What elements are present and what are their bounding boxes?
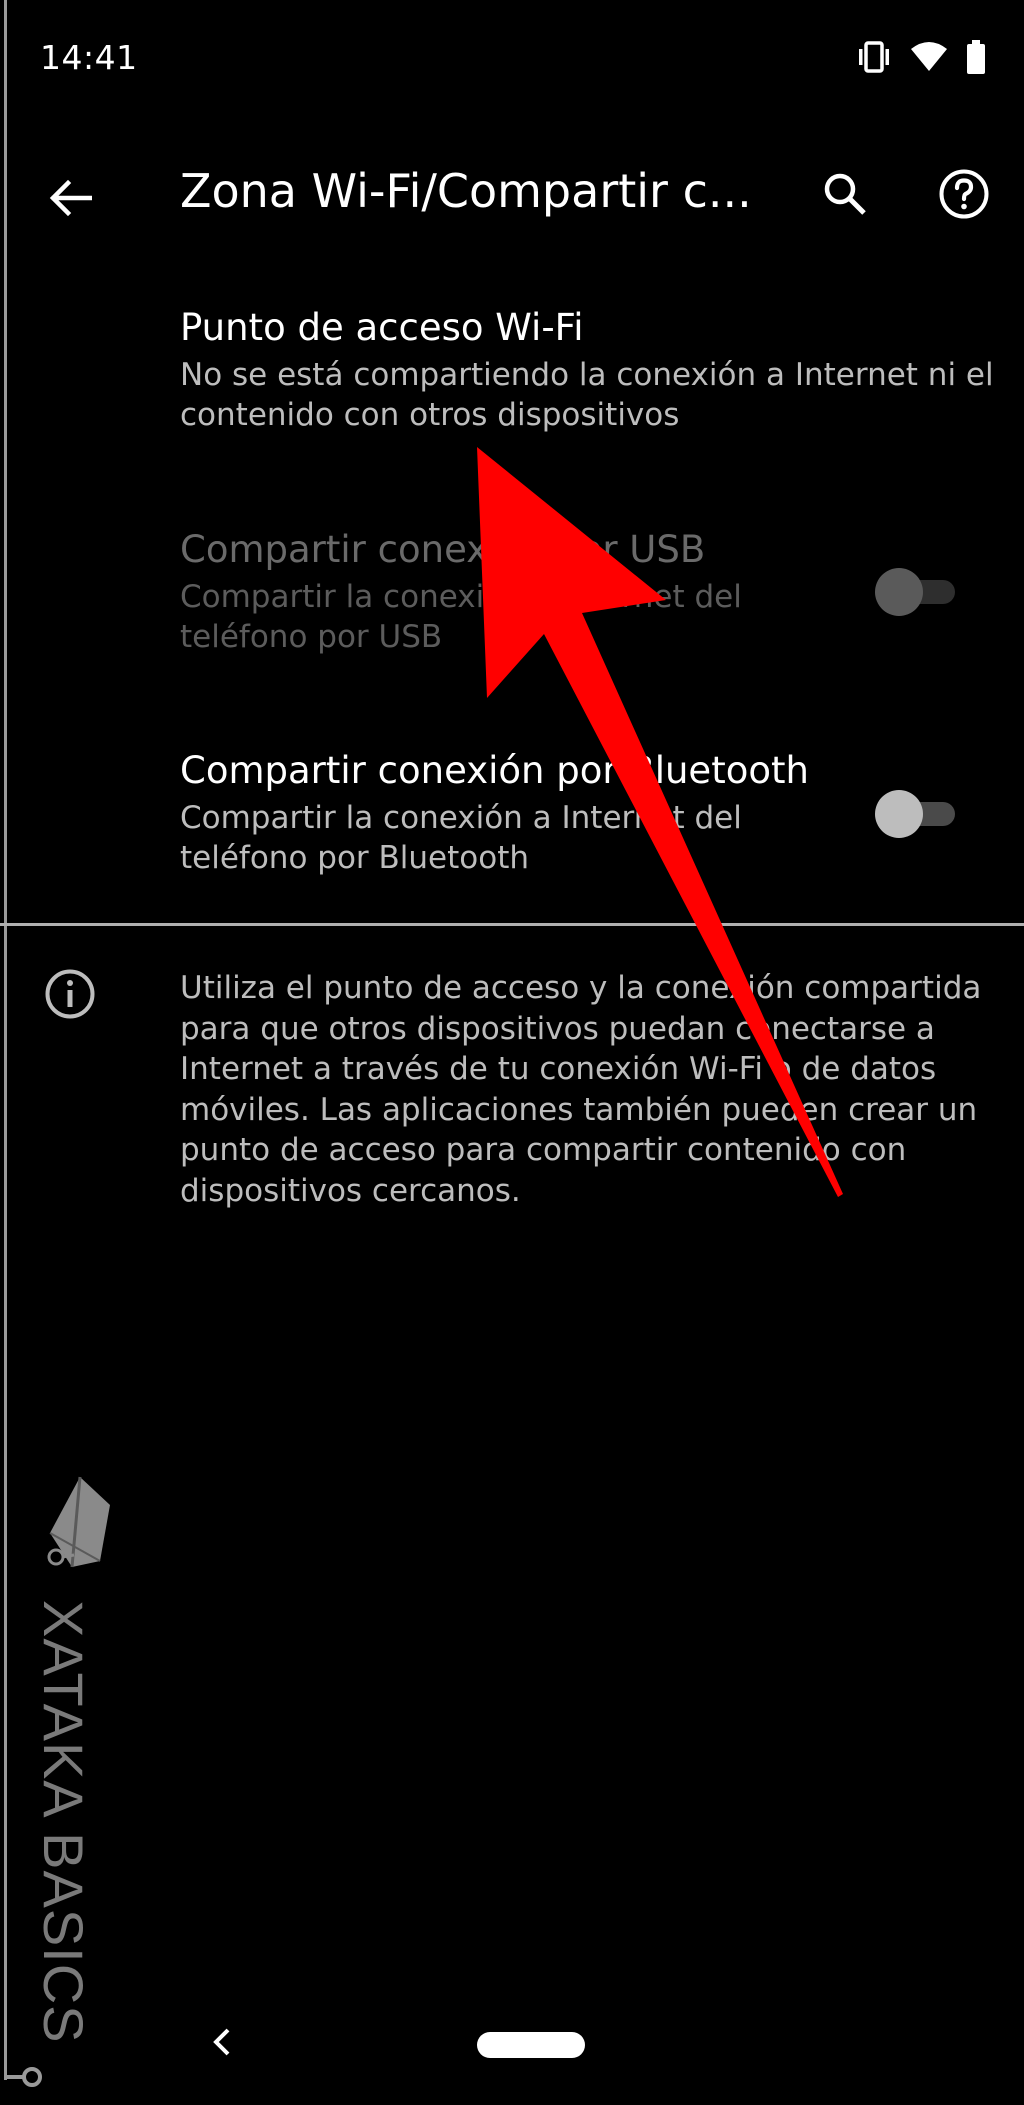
setting-summary: No se está compartiendo la conexión a In…: [180, 357, 994, 433]
left-edge-line: [4, 0, 7, 2080]
setting-title: Punto de acceso Wi-Fi: [180, 306, 584, 349]
nav-home-pill[interactable]: [477, 2032, 585, 2058]
usb-tethering-toggle: [875, 566, 957, 616]
search-button[interactable]: [815, 166, 875, 226]
info-icon: [44, 968, 96, 1020]
vibrate-icon: [856, 40, 892, 74]
chevron-left-icon: [210, 2027, 234, 2061]
setting-title: Compartir conexión por USB: [180, 528, 706, 571]
left-edge-ring-stub: [4, 2075, 24, 2079]
watermark-text: XATAKA BASICS: [32, 1600, 95, 2044]
nav-back-button[interactable]: [200, 2022, 244, 2066]
divider: [0, 923, 1024, 926]
help-button[interactable]: [934, 166, 994, 226]
setting-title: Compartir conexión por Bluetooth: [180, 749, 809, 792]
toggle-thumb: [875, 568, 923, 616]
left-edge-ring: [22, 2067, 42, 2087]
status-icons: [856, 40, 986, 74]
setting-summary: Compartir la conexión a Internet del tel…: [180, 579, 742, 655]
status-time: 14:41: [40, 38, 138, 77]
help-circle-icon: [938, 168, 990, 224]
watermark: XATAKA BASICS: [32, 1475, 116, 2044]
setting-wifi-hotspot[interactable]: Punto de acceso Wi-Fi No se está compart…: [180, 305, 1000, 435]
xataka-logo-icon: [42, 1475, 112, 1570]
battery-icon: [966, 40, 986, 74]
bluetooth-tethering-toggle[interactable]: [875, 788, 957, 838]
setting-bluetooth-tethering[interactable]: Compartir conexión por Bluetooth Compart…: [180, 748, 830, 878]
setting-summary: Compartir la conexión a Internet del tel…: [180, 800, 742, 876]
wifi-icon: [910, 41, 948, 73]
page-title: Zona Wi-Fi/Compartir c...: [180, 164, 752, 218]
info-text: Utiliza el punto de acceso y la conexión…: [180, 970, 982, 1209]
back-button[interactable]: [40, 170, 100, 230]
search-icon: [822, 171, 868, 221]
app-bar: Zona Wi-Fi/Compartir c...: [0, 150, 1024, 240]
setting-usb-tethering: Compartir conexión por USB Compartir la …: [180, 527, 830, 657]
toggle-thumb: [875, 790, 923, 838]
arrow-left-icon: [48, 178, 93, 222]
